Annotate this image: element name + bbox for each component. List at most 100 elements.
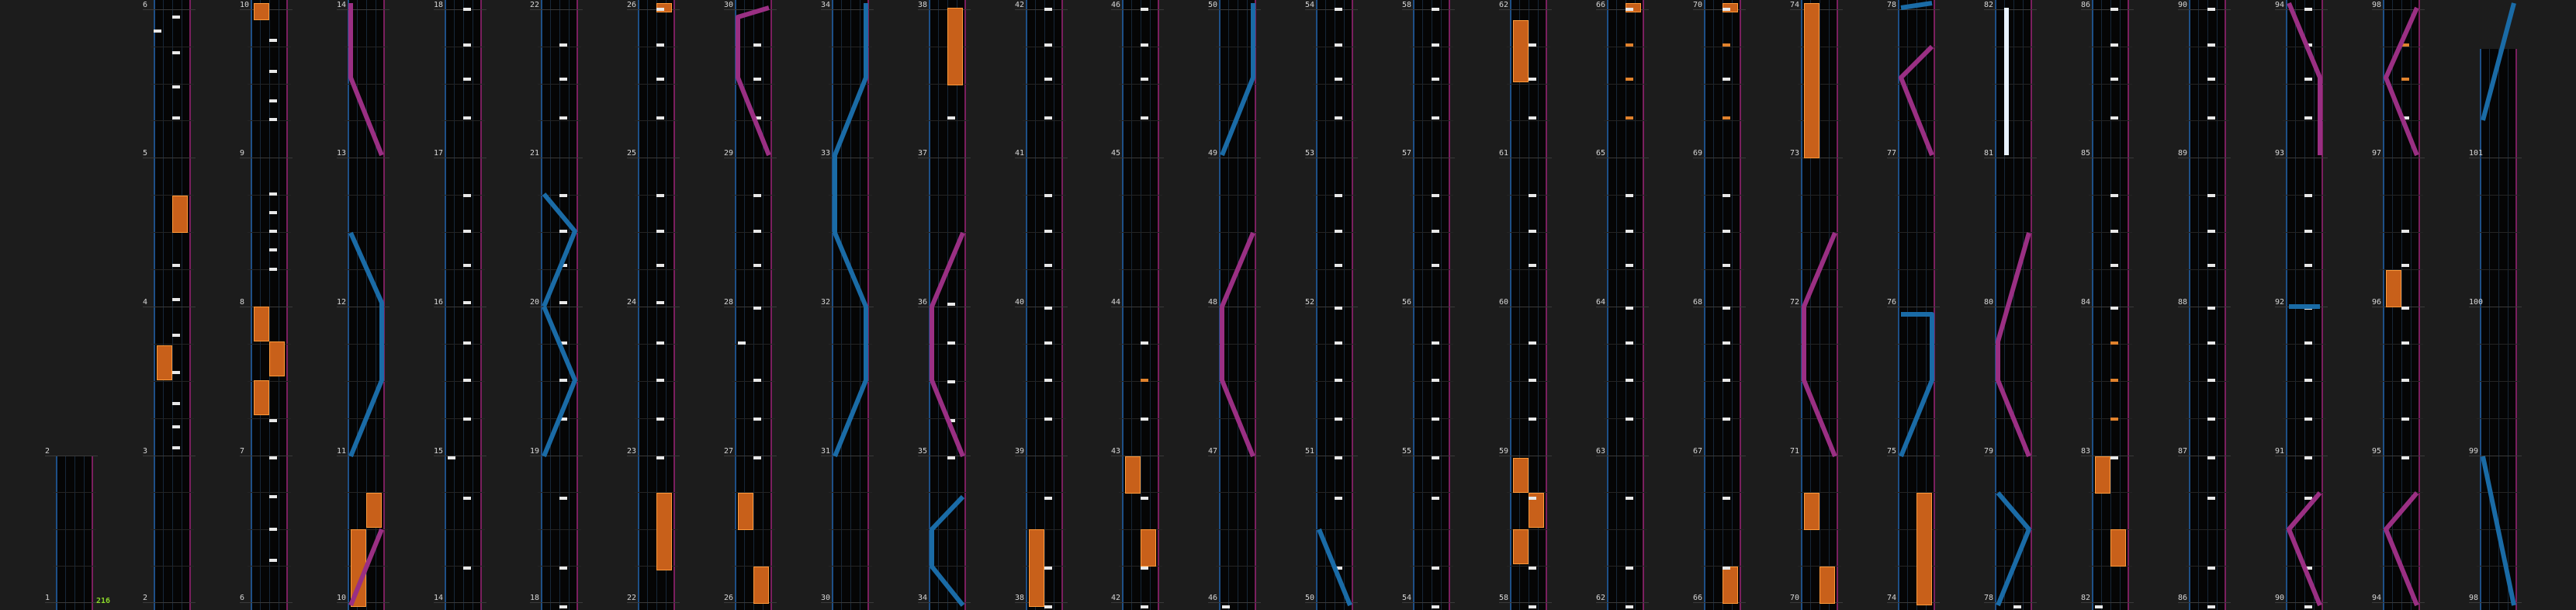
beat-line [1798, 232, 1841, 233]
tap-note [1626, 418, 1633, 421]
beat-line [1992, 269, 2035, 270]
tap-note [753, 116, 761, 120]
beat-line [151, 83, 194, 85]
beat-number-label: 45 [1111, 149, 1121, 158]
beat-line [732, 269, 775, 270]
beat-number-label: 28 [724, 298, 734, 307]
tap-note [1626, 194, 1633, 197]
lane-grid-line [1713, 0, 1714, 610]
lane-right-line [576, 0, 578, 610]
tap-note [2207, 341, 2215, 345]
chart-column [2480, 49, 2517, 610]
tap-note [2207, 78, 2215, 81]
tap-note [172, 425, 180, 428]
beat-number-label: 35 [918, 447, 928, 456]
measure-line [821, 602, 874, 603]
beat-line [829, 195, 872, 196]
tap-note [269, 211, 277, 214]
lane-grid-line [463, 0, 464, 610]
beat-number-label: 5 [143, 149, 148, 158]
beat-number-label: 58 [1402, 1, 1412, 9]
beat-line [829, 418, 872, 419]
beat-number-label: 10 [240, 1, 250, 9]
lane-right-line [2031, 0, 2032, 610]
flick-note [1723, 116, 1730, 120]
tap-note [172, 371, 180, 374]
beat-line [441, 492, 485, 494]
chart-column [1607, 0, 1644, 610]
lane-left-line [348, 0, 349, 610]
flick-note [1626, 116, 1633, 120]
beat-number-label: 87 [2178, 447, 2188, 456]
tap-note [463, 379, 471, 382]
tap-note [269, 99, 277, 102]
lane-grid-line [269, 0, 270, 610]
beat-number-label: 37 [918, 149, 928, 158]
beat-number-label: 74 [1790, 1, 1800, 9]
flick-note [1626, 78, 1633, 81]
beat-number-label: 61 [1499, 149, 1509, 158]
lane-grid-line [454, 0, 455, 610]
lane-grid-line [2101, 0, 2102, 610]
tap-note [947, 116, 955, 120]
beat-line [732, 83, 775, 85]
tap-note [269, 419, 277, 422]
lane-grid-line [2295, 0, 2296, 610]
measure-line [1208, 9, 1261, 10]
lane-grid-line [1635, 0, 1636, 610]
beat-line [1895, 269, 1938, 270]
beat-line [2283, 269, 2326, 270]
tap-note [2304, 605, 2312, 608]
hold-note [2386, 270, 2401, 307]
flick-note [2110, 418, 2118, 421]
beat-number-label: 58 [1499, 594, 1509, 602]
hold-note [1804, 3, 1819, 158]
hold-note [738, 493, 753, 530]
tap-note [2401, 230, 2409, 233]
lane-right-line [673, 0, 675, 610]
lane-right-line [1837, 0, 1838, 610]
tap-note [1529, 341, 1536, 345]
beat-number-label: 2 [45, 447, 50, 456]
tap-note [738, 341, 746, 345]
beat-line [926, 269, 969, 270]
beat-number-label: 89 [2178, 149, 2188, 158]
beat-line [829, 565, 872, 567]
measure-line [2469, 602, 2522, 603]
beat-number-label: 75 [1887, 447, 1897, 456]
measure-line [1499, 602, 1552, 603]
lane-grid-line [647, 0, 648, 610]
beat-line [829, 120, 872, 122]
tap-note [1335, 456, 1342, 459]
measure-line [337, 9, 390, 10]
hold-note [947, 8, 963, 85]
chart-column [251, 0, 288, 610]
beat-number-label: 33 [821, 149, 831, 158]
beat-number-label: 12 [337, 298, 347, 307]
beat-number-label: 67 [1693, 447, 1703, 456]
lane-left-line [1122, 0, 1124, 610]
beat-line [1895, 120, 1938, 122]
tap-note [1626, 307, 1633, 310]
beat-line [1895, 195, 1938, 196]
measure-line [821, 9, 874, 10]
beat-line [151, 492, 194, 494]
beat-number-label: 57 [1402, 149, 1412, 158]
beat-number-label: 34 [821, 1, 831, 9]
beat-line [1604, 269, 1647, 270]
beat-line [1119, 120, 1162, 122]
tap-note [656, 264, 664, 267]
beat-line [1992, 195, 2035, 196]
flick-note [2110, 379, 2118, 382]
tap-note [172, 264, 180, 267]
hold-note [1513, 529, 1529, 564]
tap-note [1044, 567, 1052, 570]
beat-line [1507, 120, 1550, 122]
beat-line [1701, 269, 1744, 270]
beat-line [1895, 418, 1938, 419]
beat-line [829, 529, 872, 530]
beat-number-label: 88 [2178, 298, 2188, 307]
tap-note [1529, 605, 1536, 608]
beat-number-label: 101 [2469, 149, 2484, 158]
tap-note [1432, 230, 1439, 233]
